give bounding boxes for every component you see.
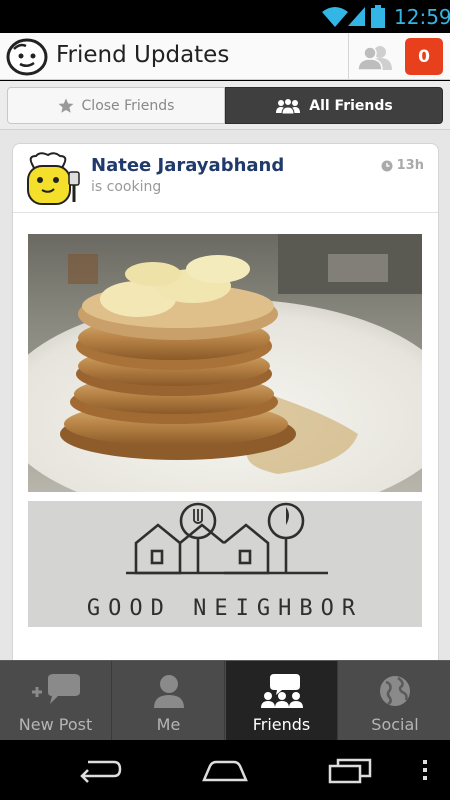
nav-new-post[interactable]: New Post [0,661,112,741]
battery-icon [371,5,385,28]
good-neighbor-logo: GOOD NEIGHBOR [87,502,363,621]
nav-friends-label: Friends [252,715,311,734]
feed[interactable]: Natee Jarayabhand is cooking 13h GOOD NE… [0,130,450,660]
app-bar: Friend Updates 0 [0,33,450,80]
star-icon [58,98,74,113]
tab-all-friends-label: All Friends [309,97,393,114]
friends-filter-tabs: Close Friends All Friends [0,81,450,130]
avatar[interactable] [22,152,82,208]
signal-icon [348,7,365,26]
status-clock: 12:59 [394,5,450,29]
post-card[interactable]: Natee Jarayabhand is cooking 13h GOOD NE… [12,143,439,660]
recent-apps-icon[interactable] [328,756,372,784]
bottom-navigation: New Post Me Friends Social [0,660,450,741]
nav-friends[interactable]: Friends [226,661,338,741]
globe-icon [380,676,410,706]
clock-icon [381,160,393,171]
page-title: Friend Updates [56,42,230,68]
nav-new-post-label: New Post [18,715,93,734]
post-time-label: 13h [396,158,424,173]
system-navigation-bar [0,740,450,800]
friends-list-icon [356,45,392,70]
nav-social[interactable]: Social [339,661,450,741]
post-logo-image[interactable]: GOOD NEIGHBOR [28,501,422,627]
post-activity: is cooking [91,179,162,195]
people-icon [276,97,301,114]
back-icon[interactable] [78,756,122,784]
logo-wordmark: GOOD NEIGHBOR [87,596,363,621]
nav-me[interactable]: Me [113,661,225,741]
post-author-name[interactable]: Natee Jarayabhand [91,155,284,176]
notification-badge[interactable]: 0 [405,38,443,75]
friends-list-button[interactable] [348,33,400,80]
tab-close-friends[interactable]: Close Friends [7,87,225,124]
wifi-icon [322,7,348,27]
overflow-menu-icon[interactable] [421,756,429,784]
new-post-icon [31,674,80,704]
nav-social-label: Social [371,715,419,734]
nav-me-label: Me [156,715,181,734]
tab-all-friends[interactable]: All Friends [225,87,443,124]
tab-close-friends-label: Close Friends [81,97,175,114]
app-logo-icon[interactable] [6,37,48,77]
home-icon[interactable] [202,756,248,784]
person-icon [153,675,184,708]
status-bar: 12:59 [0,0,450,33]
post-photo[interactable] [28,234,422,492]
post-header: Natee Jarayabhand is cooking 13h [13,144,438,213]
friends-icon [260,674,303,708]
post-timestamp: 13h [381,158,424,173]
